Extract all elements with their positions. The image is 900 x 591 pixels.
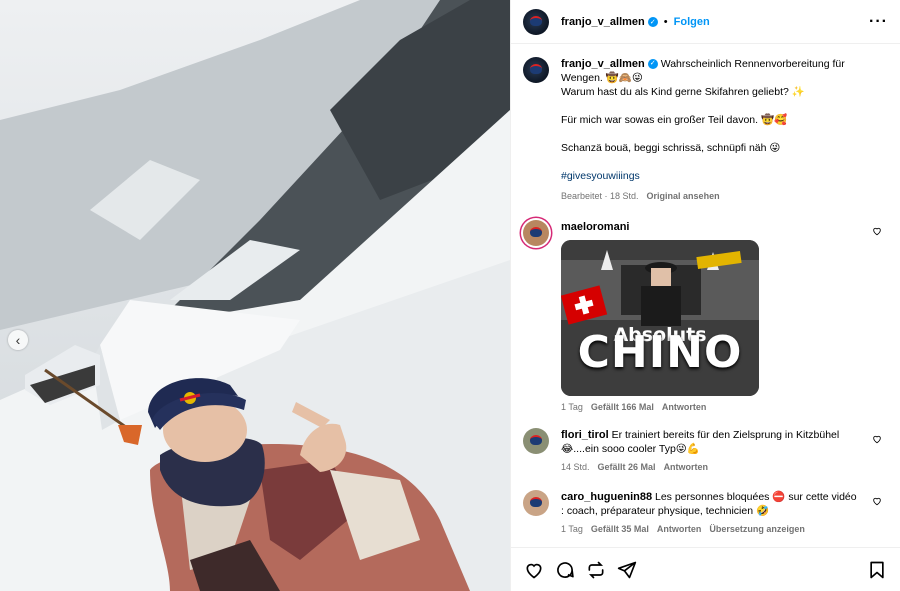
comment-meta: 1 Tag Gefällt 35 Mal Antworten Übersetzung … [561, 522, 861, 536]
caption-meta: Bearbeitet · 18 Std. Original ansehen [561, 189, 871, 203]
post-side-panel: franjo_v_allmen ✓ • Folgen ··· franjo_v_… [510, 0, 900, 591]
caption-line2: Warum hast du als Kind gerne Skifahren g… [561, 86, 805, 98]
repost-icon [588, 561, 604, 578]
share-button[interactable] [616, 559, 638, 581]
comments-scroll[interactable]: franjo_v_allmen ✓ Wahrscheinlich Rennenvo… [511, 44, 900, 547]
gif-text-line2: CHINO [577, 327, 743, 378]
author-username[interactable]: franjo_v_allmen [561, 16, 645, 28]
comment-meta: 1 Tag Gefällt 166 Mal Antworten [561, 400, 861, 414]
caption: franjo_v_allmen ✓ Wahrscheinlich Rennenvo… [523, 44, 888, 203]
comment-like-heart-icon[interactable] [872, 496, 882, 506]
caption-hashtag[interactable]: #givesyouwiiings [561, 169, 871, 183]
comment-username[interactable]: caro_huguenin88 [561, 491, 652, 503]
caption-para3: Schanzä bouä, beggi schrissä, schnüpfi n… [561, 142, 781, 154]
comment-username[interactable]: flori_tirol [561, 429, 609, 441]
comment-time: 1 Tag [561, 402, 583, 412]
caption-para2: Für mich war sowas ein großer Teil davon… [561, 114, 788, 126]
send-icon [617, 561, 637, 578]
translate-button[interactable]: Übersetzung anzeigen [709, 524, 805, 534]
heart-icon [526, 563, 542, 578]
comment-likes[interactable]: Gefällt 26 Mal [598, 462, 656, 472]
verified-badge-icon: ✓ [647, 16, 658, 27]
comment: caro_huguenin88 Les personnes bloquées ⛔… [523, 490, 888, 536]
comment-time: 14 Std. [561, 462, 590, 472]
comment-time: 1 Tag [561, 524, 583, 534]
comment-reply-button[interactable]: Antworten [664, 462, 709, 472]
caption-author-username[interactable]: franjo_v_allmen [561, 58, 645, 70]
post-photo[interactable]: ‹ [0, 0, 510, 591]
repost-button[interactable] [585, 559, 607, 581]
post-header: franjo_v_allmen ✓ • Folgen ··· [511, 0, 900, 44]
comment-reply-button[interactable]: Antworten [662, 402, 707, 412]
comment-likes[interactable]: Gefällt 166 Mal [591, 402, 654, 412]
comment-avatar[interactable] [523, 220, 549, 246]
caption-edited-time: Bearbeitet · 18 Std. [561, 191, 639, 201]
comment-like-heart-icon[interactable] [872, 226, 882, 236]
comment-reply-button[interactable]: Antworten [657, 524, 702, 534]
see-original-link[interactable]: Original ansehen [647, 191, 720, 201]
comment-avatar[interactable] [523, 428, 549, 454]
comment-like-heart-icon[interactable] [872, 434, 882, 444]
chevron-left-icon: ‹ [15, 332, 21, 348]
caption-author-avatar[interactable] [523, 57, 549, 83]
verified-badge-icon: ✓ [647, 59, 658, 70]
comment: maeloromani Absoluts CHINO 1 Tag Gefällt… [523, 220, 888, 414]
post-actions-bar [511, 547, 900, 591]
author-avatar[interactable] [523, 8, 549, 35]
comment-button[interactable] [554, 559, 576, 581]
comment-username[interactable]: maeloromani [561, 221, 629, 233]
more-options-icon[interactable]: ··· [869, 13, 888, 31]
carousel-prev-button[interactable]: ‹ [8, 330, 28, 350]
like-button[interactable] [523, 559, 545, 581]
comment-avatar[interactable] [523, 490, 549, 516]
separator-dot: • [663, 15, 668, 28]
comment-gif[interactable]: Absoluts CHINO [561, 240, 759, 396]
comment: flori_tirol Er trainiert bereits für den… [523, 428, 888, 474]
comment-icon [557, 561, 574, 578]
save-button[interactable] [866, 559, 888, 581]
comment-meta: 14 Std. Gefällt 26 Mal Antworten [561, 460, 861, 474]
snowy-selfie-scene [0, 0, 510, 591]
follow-button[interactable]: Folgen [674, 16, 710, 28]
bookmark-icon [870, 561, 884, 578]
comment-likes[interactable]: Gefällt 35 Mal [591, 524, 649, 534]
